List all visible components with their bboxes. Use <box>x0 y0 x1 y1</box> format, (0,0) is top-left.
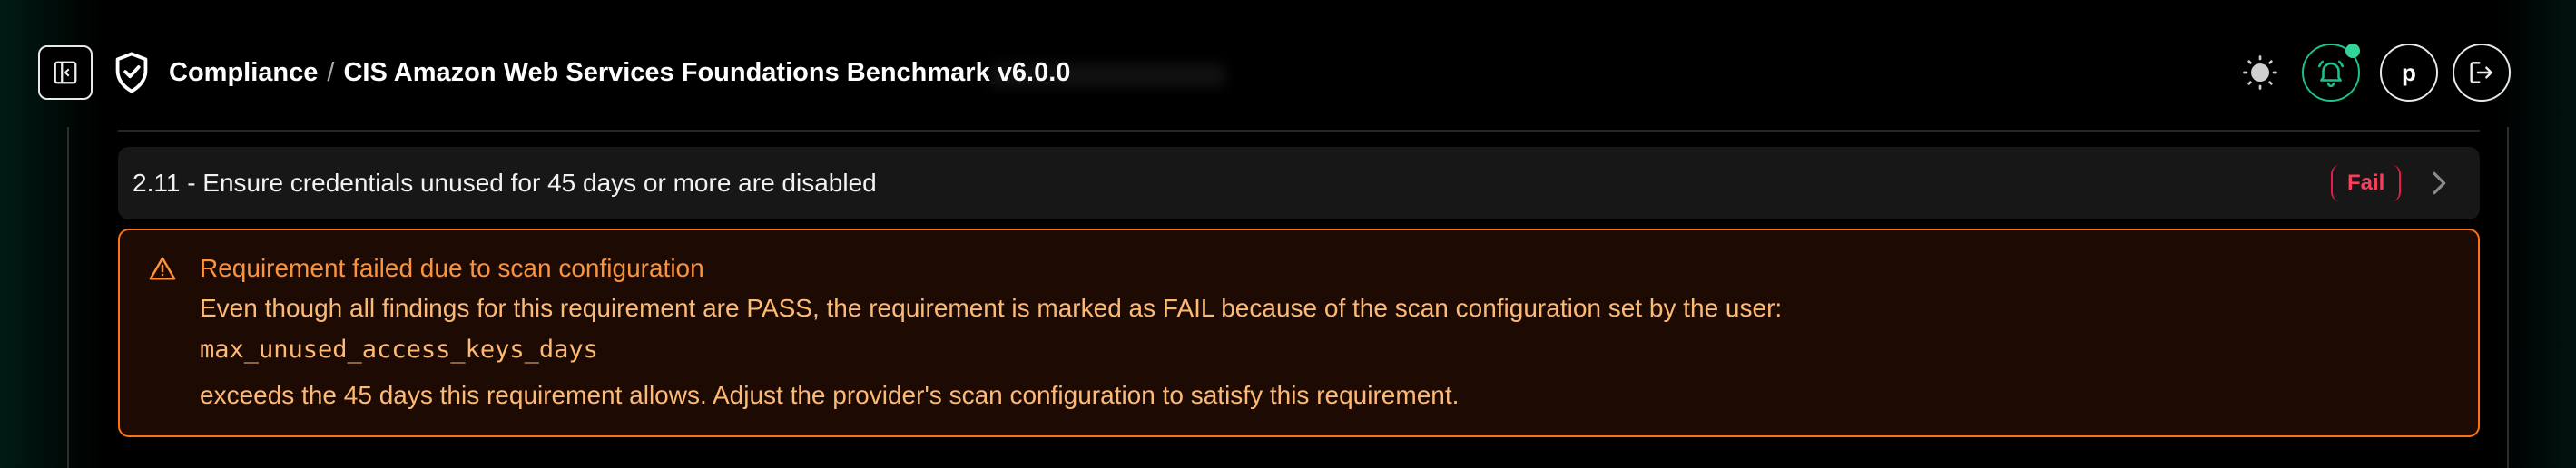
breadcrumb: Compliance / CIS Amazon Web Services Fou… <box>169 53 1070 93</box>
warning-title: Requirement failed due to scan configura… <box>200 254 704 282</box>
top-header: Compliance / CIS Amazon Web Services Fou… <box>0 0 2576 127</box>
warning-remediation: exceeds the 45 days this requirement all… <box>200 381 1460 409</box>
user-avatar-button[interactable]: p <box>2380 44 2438 102</box>
section-divider <box>118 130 2480 132</box>
config-key-code: max_unused_access_keys_days <box>200 336 598 364</box>
blurred-overlay <box>989 63 1225 87</box>
warning-triangle-icon <box>149 257 176 280</box>
breadcrumb-root-link[interactable]: Compliance <box>169 58 318 88</box>
shield-check-icon <box>115 52 148 93</box>
breadcrumb-current: CIS Amazon Web Services Foundations Benc… <box>343 57 1071 87</box>
logout-icon <box>2470 62 2492 83</box>
sidebar-toggle-button[interactable] <box>38 45 93 100</box>
sun-icon <box>2243 55 2277 90</box>
avatar-initial: p <box>2402 58 2416 86</box>
breadcrumb-separator: / <box>327 57 335 87</box>
requirement-row[interactable]: 2.11 - Ensure credentials unused for 45 … <box>118 147 2480 219</box>
sidebar-toggle-icon <box>54 61 77 84</box>
requirement-title: 2.11 - Ensure credentials unused for 45 … <box>133 169 877 197</box>
theme-toggle-button[interactable] <box>2231 44 2289 102</box>
scan-configuration-warning: Requirement failed due to scan configura… <box>118 229 2480 437</box>
chevron-right-icon[interactable] <box>2424 169 2453 198</box>
warning-message: Even though all findings for this requir… <box>200 294 1783 322</box>
content-frame-left-border <box>67 127 69 468</box>
content-frame-right-border <box>2507 127 2509 468</box>
notification-dot <box>2345 44 2360 58</box>
notifications-button[interactable] <box>2302 44 2360 102</box>
logout-button[interactable] <box>2453 44 2511 102</box>
status-badge: Fail <box>2331 165 2402 201</box>
bell-icon <box>2317 60 2345 88</box>
